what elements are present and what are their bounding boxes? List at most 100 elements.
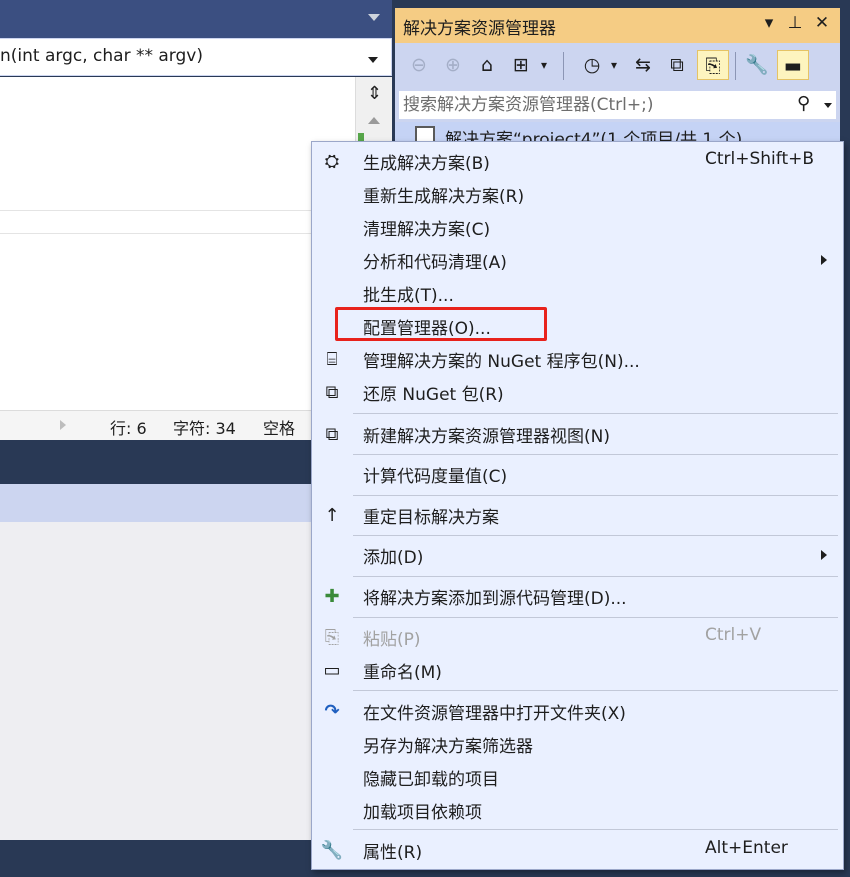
menu-item-label: 重新生成解决方案(R) (363, 187, 525, 207)
status-char: 字符: 34 (173, 419, 236, 438)
menu-item-properties[interactable]: 🔧 属性(R) Alt+Enter (312, 834, 843, 867)
new-view-icon: ⧉ (325, 424, 339, 445)
submenu-arrow-icon (821, 255, 827, 265)
menu-item-label: 隐藏已卸载的项目 (363, 770, 499, 790)
solution-explorer-panel: 解决方案资源管理器 ▾ ⊥ ✕ ⊖ ⊕ ⌂ ⊞ ▾ ◷ ▾ ⇆ ⧉ ⎘ 🔧 ▬ … (395, 8, 840, 150)
show-all-files-icon[interactable]: ⎘ (697, 50, 729, 80)
properties-icon[interactable]: 🔧 (743, 50, 771, 80)
menu-separator (353, 829, 838, 830)
build-icon: ⛭ (324, 151, 340, 172)
annotation-highlight-box (335, 307, 547, 341)
menu-item-label: 重定目标解决方案 (363, 508, 499, 528)
code-line-divider (0, 210, 355, 211)
menu-item-batch-build[interactable]: 批生成(T)... (312, 277, 843, 310)
wrench-icon: 🔧 (320, 840, 344, 861)
status-whitespace-mode: 空格 (263, 419, 296, 438)
menu-item-label: 在文件资源管理器中打开文件夹(X) (363, 704, 626, 724)
pending-changes-icon[interactable]: ◷ (578, 50, 606, 80)
menu-item-analyze-code-cleanup[interactable]: 分析和代码清理(A) (312, 244, 843, 277)
solution-explorer-titlebar: 解决方案资源管理器 ▾ ⊥ ✕ (395, 8, 840, 43)
menu-item-label: 将解决方案添加到源代码管理(D)... (363, 589, 627, 609)
menu-item-label: 粘贴(P) (363, 630, 421, 650)
member-signature: n(int argc, char ** argv) (0, 46, 203, 66)
menu-item-load-dependencies[interactable]: 加载项目依赖项 (312, 794, 843, 827)
menu-item-label: 清理解决方案(C) (363, 220, 491, 240)
menu-item-label: 重命名(M) (363, 663, 442, 683)
scroll-up-icon[interactable] (368, 117, 380, 124)
toolbar-separator (735, 52, 736, 80)
solution-explorer-title: 解决方案资源管理器 (403, 19, 556, 39)
menu-item-build-solution[interactable]: ⛭ 生成解决方案(B) Ctrl+Shift+B (312, 145, 843, 178)
menu-separator (353, 576, 838, 577)
menu-separator (353, 454, 838, 455)
menu-item-label: 属性(R) (363, 843, 423, 863)
restore-package-icon: ⧉ (325, 382, 339, 403)
menu-item-save-as-filter[interactable]: 另存为解决方案筛选器 (312, 728, 843, 761)
menu-item-retarget-solution[interactable]: ↑ 重定目标解决方案 (312, 499, 843, 532)
home-icon[interactable]: ⌂ (473, 50, 501, 80)
chevron-down-icon[interactable]: ▾ (537, 50, 551, 80)
nuget-package-icon: ⌸ (326, 349, 338, 370)
search-input[interactable] (403, 93, 783, 117)
scroll-right-icon[interactable] (60, 420, 66, 430)
menu-item-label: 计算代码度量值(C) (363, 467, 508, 487)
paste-icon: ⎘ (324, 627, 340, 648)
rename-icon: ▭ (323, 660, 341, 681)
tab-list-dropdown-icon[interactable] (368, 14, 380, 21)
pin-icon[interactable]: ⊥ (784, 13, 806, 33)
menu-item-label: 管理解决方案的 NuGet 程序包(N)... (363, 352, 640, 372)
chevron-down-icon[interactable] (824, 103, 832, 108)
open-folder-refresh-icon: ↷ (324, 701, 340, 722)
split-window-icon[interactable]: ⇕ (356, 81, 393, 107)
menu-item-label: 生成解决方案(B) (363, 154, 490, 174)
menu-item-label: 加载项目依赖项 (363, 803, 482, 823)
menu-item-label: 新建解决方案资源管理器视图(N) (363, 427, 610, 447)
chevron-down-icon[interactable]: ▾ (607, 50, 621, 80)
menu-item-rebuild-solution[interactable]: 重新生成解决方案(R) (312, 178, 843, 211)
solution-context-menu: ⛭ 生成解决方案(B) Ctrl+Shift+B 重新生成解决方案(R) 清理解… (311, 141, 844, 870)
menu-separator (353, 413, 838, 414)
status-line: 行: 6 (110, 419, 147, 438)
menu-item-label: 另存为解决方案筛选器 (363, 737, 533, 757)
switch-views-icon[interactable]: ⊞ (507, 50, 535, 80)
submenu-arrow-icon (821, 550, 827, 560)
menu-item-clean-solution[interactable]: 清理解决方案(C) (312, 211, 843, 244)
menu-item-code-metrics[interactable]: 计算代码度量值(C) (312, 458, 843, 491)
menu-item-shortcut: Ctrl+V (705, 625, 762, 645)
menu-separator (353, 535, 838, 536)
menu-separator (353, 617, 838, 618)
add-source-control-icon: ✚ (324, 586, 340, 607)
menu-item-rename[interactable]: ▭ 重命名(M) (312, 654, 843, 687)
menu-item-label: 还原 NuGet 包(R) (363, 385, 504, 405)
chevron-down-icon[interactable] (368, 57, 378, 63)
menu-item-label: 添加(D) (363, 548, 424, 568)
menu-item-restore-nuget[interactable]: ⧉ 还原 NuGet 包(R) (312, 376, 843, 409)
back-icon[interactable]: ⊖ (407, 50, 431, 80)
menu-item-label: 分析和代码清理(A) (363, 253, 507, 273)
preview-icon[interactable]: ▬ (777, 50, 809, 80)
retarget-arrow-icon: ↑ (324, 505, 340, 526)
code-line-divider (0, 233, 355, 234)
menu-item-new-explorer-view[interactable]: ⧉ 新建解决方案资源管理器视图(N) (312, 418, 843, 451)
menu-item-paste: ⎘ 粘贴(P) Ctrl+V (312, 621, 843, 654)
toolbar-separator (563, 52, 564, 80)
menu-item-shortcut: Alt+Enter (705, 838, 788, 858)
solution-explorer-search-box[interactable]: ⚲ (398, 90, 837, 120)
menu-separator (353, 495, 838, 496)
menu-item-manage-nuget[interactable]: ⌸ 管理解决方案的 NuGet 程序包(N)... (312, 343, 843, 376)
window-position-dropdown-icon[interactable]: ▾ (758, 13, 780, 33)
menu-separator (353, 690, 838, 691)
search-icon[interactable]: ⚲ (797, 93, 810, 114)
menu-item-shortcut: Ctrl+Shift+B (705, 149, 815, 169)
menu-item-add[interactable]: 添加(D) (312, 539, 843, 572)
code-editor[interactable] (0, 77, 355, 410)
close-icon[interactable]: ✕ (811, 13, 833, 33)
menu-item-hide-unloaded-projects[interactable]: 隐藏已卸载的项目 (312, 761, 843, 794)
collapse-all-icon[interactable]: ⧉ (663, 50, 691, 80)
member-navigation-dropdown[interactable]: n(int argc, char ** argv) (0, 38, 392, 76)
menu-item-add-to-source-control[interactable]: ✚ 将解决方案添加到源代码管理(D)... (312, 580, 843, 613)
sync-icon[interactable]: ⇆ (629, 50, 657, 80)
forward-icon[interactable]: ⊕ (441, 50, 465, 80)
menu-item-open-in-file-explorer[interactable]: ↷ 在文件资源管理器中打开文件夹(X) (312, 695, 843, 728)
menu-item-label: 批生成(T)... (363, 286, 454, 306)
